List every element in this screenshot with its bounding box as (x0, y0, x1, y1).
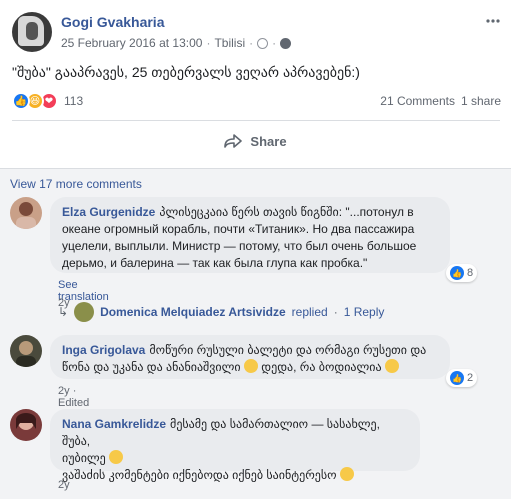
comment-like-badge[interactable]: 👍 2 (446, 369, 478, 387)
like-icon: 👍 (450, 266, 464, 280)
post-author[interactable]: Gogi Gvakharia (61, 14, 164, 30)
view-more-comments-link[interactable]: View 17 more comments (10, 177, 142, 191)
commenter-name[interactable]: Elza Gurgenidze (62, 205, 155, 219)
commenter-avatar[interactable] (10, 335, 42, 367)
comments-section: View 17 more comments Elza Gurgenidze პლი… (0, 168, 511, 499)
commenter-name[interactable]: Inga Grigolava (62, 343, 145, 357)
like-reaction-icon: 👍 (12, 92, 30, 110)
share-button[interactable]: Share (0, 128, 511, 154)
reply-arrow-icon: ↳ (58, 305, 69, 319)
post-meta: 25 February 2016 at 13:00 · Tbilisi · · (61, 36, 292, 50)
reply-avatar (74, 302, 95, 322)
shares-count[interactable]: 1 share (461, 94, 501, 108)
author-avatar[interactable] (12, 12, 52, 52)
grin-emoji-icon (109, 450, 124, 464)
like-icon: 👍 (450, 371, 464, 385)
divider (12, 120, 500, 121)
globe-icon[interactable] (280, 37, 292, 49)
smile-emoji-icon (243, 359, 258, 373)
post-stats: 21 Comments 1 share (380, 94, 501, 108)
comment-time[interactable]: 2y (58, 479, 70, 491)
post-date[interactable]: 25 February 2016 at 13:00 (61, 36, 202, 50)
commenter-avatar[interactable] (10, 409, 42, 441)
comment-bubble: Elza Gurgenidze პლისეცკაია წერს თავის წიგ… (50, 197, 450, 273)
comment-like-badge[interactable]: 👍 8 (446, 264, 478, 282)
comments-count[interactable]: 21 Comments (380, 94, 455, 108)
tongue-emoji-icon (339, 467, 354, 481)
smile-emoji-icon (384, 359, 399, 373)
post-header: Gogi Gvakharia 25 February 2016 at 13:00… (12, 12, 502, 52)
replies-link[interactable]: ↳ Domenica Melquiadez Artsividze replied… (58, 302, 384, 322)
comment-actions: 2y · Edited (58, 385, 90, 409)
comment-bubble: Inga Grigolava მოწური რუსული ბალეტი და ორ… (50, 335, 450, 379)
commenter-avatar[interactable] (10, 197, 42, 229)
share-icon (224, 134, 243, 148)
reaction-count[interactable]: 113 (64, 94, 83, 108)
commenter-name[interactable]: Nana Gamkrelidze (62, 417, 166, 431)
post-location[interactable]: Tbilisi (214, 36, 245, 50)
checkin-icon (257, 37, 269, 49)
post-text: "შუბა" გააპრავეს, 25 თებერვალს ვეღარ აპრ… (12, 64, 360, 80)
reactions-summary[interactable]: 👍 😆 ❤ 113 (12, 92, 83, 110)
more-options-icon[interactable] (486, 16, 500, 26)
comment-time[interactable]: 2y (58, 385, 70, 397)
comment-bubble: Nana Gamkrelidze მესამე და სამართალიო — ს… (50, 409, 420, 482)
edited-label[interactable]: Edited (58, 397, 89, 409)
